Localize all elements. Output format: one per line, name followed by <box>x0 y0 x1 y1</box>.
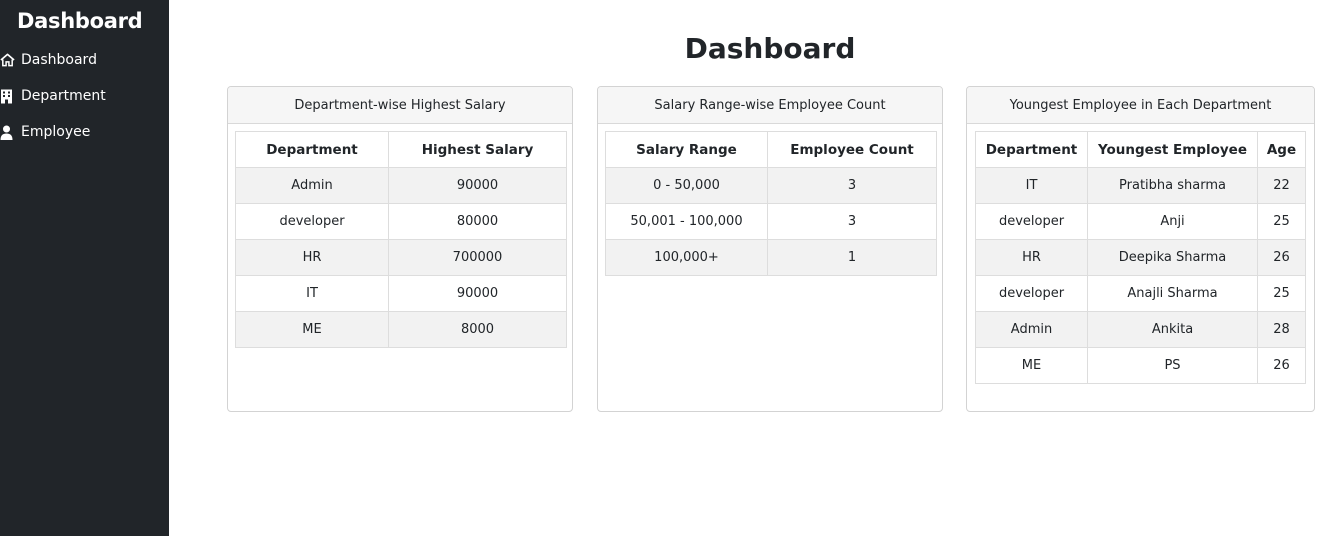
table-row: HR Deepika Sharma 26 <box>975 239 1306 276</box>
sidebar-item-dashboard[interactable]: Dashboard <box>0 49 97 71</box>
column-header: Youngest Employee <box>1087 131 1258 168</box>
table-cell: 1 <box>767 239 937 276</box>
app-root: Dashboard Dashboard Department Employee … <box>0 0 1330 536</box>
table-row: developer Anji 25 <box>975 203 1306 240</box>
table-cell: 3 <box>767 167 937 204</box>
table-row: 50,001 - 100,000 3 <box>605 203 937 240</box>
table-cell: 90000 <box>388 167 567 204</box>
table-cell: Ankita <box>1087 311 1258 348</box>
column-header: Salary Range <box>605 131 768 168</box>
table-cell: 0 - 50,000 <box>605 167 768 204</box>
table-cell: Admin <box>235 167 389 204</box>
table-cell: HR <box>975 239 1088 276</box>
sidebar-title: Dashboard <box>17 9 143 33</box>
table-row: 100,000+ 1 <box>605 239 937 276</box>
table-row: developer 80000 <box>235 203 567 240</box>
table-header-row: Department Youngest Employee Age <box>975 131 1306 168</box>
table-row: Admin 90000 <box>235 167 567 204</box>
table-cell: Anajli Sharma <box>1087 275 1258 312</box>
sidebar-item-department[interactable]: Department <box>0 85 106 107</box>
table-cell: Pratibha sharma <box>1087 167 1258 204</box>
table-cell: Anji <box>1087 203 1258 240</box>
table-cell: 26 <box>1257 239 1306 276</box>
table-cell: 25 <box>1257 203 1306 240</box>
user-icon <box>0 124 16 140</box>
table-cell: 50,001 - 100,000 <box>605 203 768 240</box>
table-cell: 28 <box>1257 311 1306 348</box>
table-cell: PS <box>1087 347 1258 384</box>
table-cell: Admin <box>975 311 1088 348</box>
table-cell: 25 <box>1257 275 1306 312</box>
table-row: ME 8000 <box>235 311 567 348</box>
table-header-row: Department Highest Salary <box>235 131 567 168</box>
column-header: Employee Count <box>767 131 937 168</box>
table-cell: IT <box>975 167 1088 204</box>
youngest-employee-table: Department Youngest Employee Age IT Prat… <box>975 131 1306 384</box>
card-title: Youngest Employee in Each Department <box>967 87 1314 124</box>
sidebar-item-employee[interactable]: Employee <box>0 121 90 143</box>
table-cell: developer <box>975 275 1088 312</box>
sidebar-item-label: Department <box>21 88 106 104</box>
sidebar-item-label: Dashboard <box>21 52 97 68</box>
table-row: developer Anajli Sharma 25 <box>975 275 1306 312</box>
column-header: Department <box>235 131 389 168</box>
page-title: Dashboard <box>684 32 856 65</box>
table-cell: 90000 <box>388 275 567 312</box>
table-cell: 26 <box>1257 347 1306 384</box>
table-cell: HR <box>235 239 389 276</box>
table-header-row: Salary Range Employee Count <box>605 131 937 168</box>
table-cell: 3 <box>767 203 937 240</box>
table-cell: 700000 <box>388 239 567 276</box>
home-icon <box>0 52 16 68</box>
highest-salary-card: Department-wise Highest Salary Departmen… <box>227 86 573 412</box>
table-cell: ME <box>235 311 389 348</box>
salary-range-table: Salary Range Employee Count 0 - 50,000 3… <box>605 131 937 276</box>
youngest-employee-card: Youngest Employee in Each Department Dep… <box>966 86 1315 412</box>
column-header: Age <box>1257 131 1306 168</box>
table-cell: developer <box>975 203 1088 240</box>
table-row: IT Pratibha sharma 22 <box>975 167 1306 204</box>
column-header: Department <box>975 131 1088 168</box>
table-cell: 8000 <box>388 311 567 348</box>
table-cell: 22 <box>1257 167 1306 204</box>
building-icon <box>0 88 16 104</box>
table-row: IT 90000 <box>235 275 567 312</box>
table-cell: Deepika Sharma <box>1087 239 1258 276</box>
highest-salary-table: Department Highest Salary Admin 90000 de… <box>235 131 567 348</box>
column-header: Highest Salary <box>388 131 567 168</box>
sidebar: Dashboard Dashboard Department Employee <box>0 0 169 536</box>
table-row: 0 - 50,000 3 <box>605 167 937 204</box>
table-row: Admin Ankita 28 <box>975 311 1306 348</box>
salary-range-card: Salary Range-wise Employee Count Salary … <box>597 86 943 412</box>
sidebar-item-label: Employee <box>21 124 91 140</box>
table-cell: 80000 <box>388 203 567 240</box>
table-cell: developer <box>235 203 389 240</box>
table-cell: IT <box>235 275 389 312</box>
card-title: Salary Range-wise Employee Count <box>598 87 942 124</box>
table-cell: ME <box>975 347 1088 384</box>
table-cell: 100,000+ <box>605 239 768 276</box>
card-title: Department-wise Highest Salary <box>228 87 572 124</box>
table-row: ME PS 26 <box>975 347 1306 384</box>
table-row: HR 700000 <box>235 239 567 276</box>
